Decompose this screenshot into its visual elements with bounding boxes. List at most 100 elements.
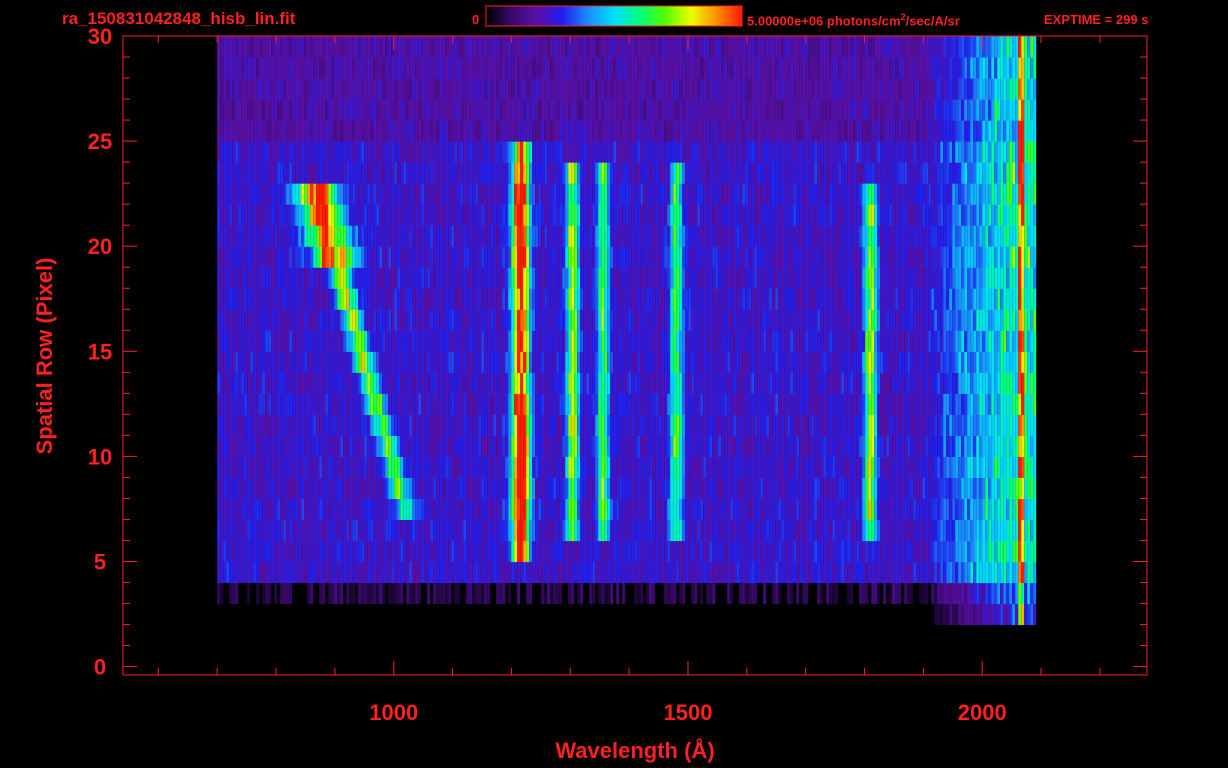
- heatmap-cell: [619, 498, 623, 520]
- heatmap-cell: [382, 330, 386, 352]
- heatmap-cell: [331, 372, 335, 394]
- heatmap-cell: [562, 498, 566, 520]
- heatmap-cell: [901, 498, 905, 520]
- heatmap-cell: [973, 225, 977, 247]
- heatmap-cell: [667, 267, 671, 289]
- heatmap-cell: [790, 309, 794, 331]
- heatmap-cell: [691, 351, 695, 373]
- heatmap-cell: [940, 435, 944, 457]
- heatmap-cell: [727, 519, 731, 542]
- heatmap-cell: [316, 519, 320, 542]
- heatmap-cell: [475, 540, 479, 563]
- heatmap-cell: [622, 330, 626, 352]
- heatmap-cell: [295, 309, 299, 331]
- heatmap-cell: [307, 372, 311, 394]
- heatmap-cell: [460, 288, 464, 310]
- heatmap-cell: [955, 393, 959, 415]
- heatmap-cell: [346, 477, 350, 499]
- heatmap-cell: [928, 456, 932, 478]
- heatmap-cell: [781, 351, 785, 373]
- heatmap-cell: [607, 582, 611, 605]
- heatmap-cell: [907, 540, 911, 563]
- heatmap-cell: [526, 288, 530, 310]
- heatmap-cell: [928, 561, 932, 584]
- heatmap-cell: [523, 435, 527, 457]
- heatmap-cell: [277, 477, 281, 499]
- heatmap-cell: [298, 519, 302, 542]
- heatmap-cell: [445, 267, 449, 289]
- heatmap-cell: [907, 246, 911, 268]
- heatmap-cell: [490, 414, 494, 436]
- heatmap-cell: [292, 351, 296, 373]
- heatmap-cell: [1030, 540, 1034, 563]
- heatmap-cell: [736, 372, 740, 394]
- heatmap-cell: [970, 372, 974, 394]
- heatmap-cell: [310, 288, 314, 310]
- heatmap-cell: [376, 393, 380, 415]
- heatmap-cell: [418, 519, 422, 542]
- heatmap-cell: [988, 414, 992, 436]
- heatmap-cell: [427, 540, 431, 563]
- heatmap-cell: [466, 267, 470, 289]
- heatmap-cell: [541, 351, 545, 373]
- heatmap-cell: [556, 267, 560, 289]
- heatmap-cell: [931, 414, 935, 436]
- heatmap-cell: [340, 225, 344, 247]
- heatmap-cell: [775, 456, 779, 478]
- heatmap-cell: [979, 519, 983, 542]
- heatmap-cell: [418, 435, 422, 457]
- heatmap-cell: [742, 498, 746, 520]
- heatmap-cell: [514, 204, 518, 226]
- heatmap-cell: [694, 582, 698, 605]
- heatmap-cell: [523, 225, 527, 247]
- heatmap-cell: [814, 561, 818, 584]
- heatmap-cell: [805, 267, 809, 289]
- heatmap-cell: [337, 498, 341, 520]
- heatmap-cell: [475, 561, 479, 584]
- heatmap-cell: [571, 477, 575, 499]
- heatmap-cell: [799, 498, 803, 520]
- heatmap-cell: [289, 582, 293, 605]
- heatmap-cell: [928, 393, 932, 415]
- heatmap-cell: [970, 582, 974, 605]
- heatmap-cell: [220, 519, 224, 542]
- heatmap-cell: [367, 519, 371, 542]
- heatmap-cell: [466, 414, 470, 436]
- heatmap-cell: [1000, 603, 1004, 626]
- heatmap-cell: [658, 477, 662, 499]
- heatmap-cell: [937, 372, 941, 394]
- heatmap-cell: [682, 288, 686, 310]
- heatmap-cell: [883, 435, 887, 457]
- heatmap-cell: [253, 330, 257, 352]
- heatmap-cell: [346, 414, 350, 436]
- heatmap-cell: [760, 498, 764, 520]
- heatmap-cell: [421, 393, 425, 415]
- heatmap-cell: [238, 204, 242, 226]
- heatmap-cell: [700, 561, 704, 584]
- heatmap-cell: [490, 435, 494, 457]
- heatmap-cell: [538, 204, 542, 226]
- heatmap-cell: [970, 225, 974, 247]
- heatmap-cell: [529, 351, 533, 373]
- heatmap-cell: [697, 288, 701, 310]
- heatmap-cell: [973, 288, 977, 310]
- heatmap-cell: [559, 456, 563, 478]
- heatmap-cell: [784, 393, 788, 415]
- heatmap-cell: [370, 393, 374, 415]
- heatmap-cell: [520, 372, 524, 394]
- heatmap-cell: [238, 561, 242, 584]
- heatmap-cell: [226, 561, 230, 584]
- heatmap-cell: [925, 519, 929, 542]
- heatmap-cell: [325, 225, 329, 247]
- heatmap-cell: [319, 582, 323, 605]
- heatmap-cell: [772, 498, 776, 520]
- heatmap-cell: [676, 288, 680, 310]
- heatmap-cell: [619, 393, 623, 415]
- heatmap-cell: [568, 561, 572, 584]
- heatmap-cell: [319, 309, 323, 331]
- heatmap-cell: [862, 435, 866, 457]
- heatmap-cell: [640, 498, 644, 520]
- heatmap-cell: [445, 288, 449, 310]
- heatmap-cell: [694, 393, 698, 415]
- heatmap-cell: [508, 477, 512, 499]
